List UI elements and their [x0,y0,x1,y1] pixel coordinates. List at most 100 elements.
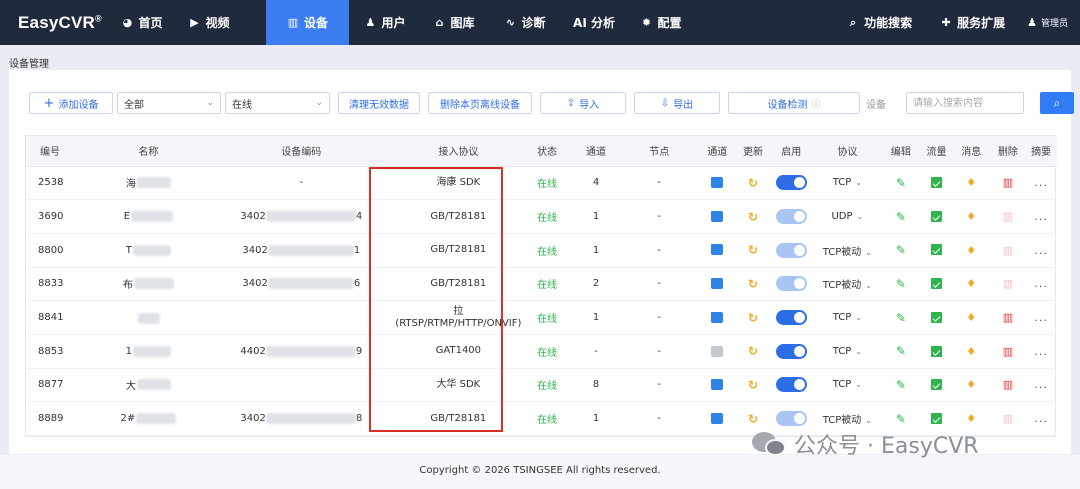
enable-toggle[interactable] [775,276,807,292]
message-button[interactable]: ♦ [951,267,991,302]
refresh-button[interactable]: ↻ [737,300,769,335]
traffic-button[interactable] [921,166,952,201]
enable-toggle-cell[interactable] [768,267,815,302]
column-header[interactable]: 状态 [523,136,571,167]
nav-item-config[interactable]: ✹ 配置 [627,0,695,45]
delete-button[interactable]: ▥ [990,334,1026,369]
edit-button[interactable]: ✎ [880,334,922,369]
stream-protocol-select[interactable]: TCP被动 ⌄ [814,267,881,302]
edit-button[interactable]: ✎ [880,267,922,302]
delete-button[interactable]: ▥ [990,267,1026,302]
search-input[interactable] [906,92,1024,114]
enable-toggle[interactable] [775,411,807,427]
message-button[interactable]: ♦ [951,233,991,268]
type-filter-select[interactable]: 全部 ⌄ [117,92,221,114]
edit-button[interactable]: ✎ [880,233,922,268]
column-header[interactable]: 删除 [990,136,1026,167]
channel-folder-button[interactable] [696,334,738,369]
nav-item-ai[interactable]: AI 分析 [561,0,627,45]
column-header[interactable]: 摘要 [1025,136,1057,167]
edit-button[interactable]: ✎ [880,300,922,335]
summary-button[interactable]: ... [1025,334,1057,369]
enable-toggle-cell[interactable] [768,166,815,201]
edit-button[interactable]: ✎ [880,368,922,403]
delete-offline-button[interactable]: 删除本页离线设备 [428,92,532,114]
brand-logo[interactable]: EasyCVR® [0,13,108,33]
delete-button[interactable]: ▥ [990,233,1026,268]
refresh-button[interactable]: ↻ [737,233,769,268]
nav-item-home[interactable]: ◕ 首页 [108,0,176,45]
channel-folder-button[interactable] [696,368,738,403]
export-button[interactable]: ⇩ 导出 [634,92,720,114]
refresh-button[interactable]: ↻ [737,334,769,369]
message-button[interactable]: ♦ [951,334,991,369]
traffic-button[interactable] [921,300,952,335]
stream-protocol-select[interactable]: UDP ⌄ [814,199,881,234]
enable-toggle-cell[interactable] [768,368,815,403]
enable-toggle[interactable] [775,175,807,191]
refresh-button[interactable]: ↻ [737,368,769,403]
column-header[interactable]: 启用 [768,136,815,167]
channel-folder-button[interactable] [696,267,738,302]
summary-button[interactable]: ... [1025,267,1057,302]
stream-protocol-select[interactable]: TCP ⌄ [814,166,881,201]
summary-button[interactable]: ... [1025,166,1057,201]
clean-invalid-button[interactable]: 清理无效数据 [338,92,420,114]
column-header[interactable]: 编辑 [880,136,922,167]
nav-item-device-active[interactable]: ▥ 设备 [266,0,349,45]
search-button[interactable]: ⌕ [1040,92,1074,114]
edit-button[interactable]: ✎ [880,199,922,234]
traffic-button[interactable] [921,368,952,403]
refresh-button[interactable]: ↻ [737,199,769,234]
enable-toggle-cell[interactable] [768,199,815,234]
delete-button[interactable]: ▥ [990,199,1026,234]
nav-item-user[interactable]: ♟ 用户 [351,0,419,45]
traffic-button[interactable] [921,233,952,268]
user-menu[interactable]: ♟ 管理员 [1019,16,1080,29]
stream-protocol-select[interactable]: TCP被动 ⌄ [814,233,881,268]
add-device-button[interactable]: + 添加设备 [29,92,113,114]
message-button[interactable]: ♦ [951,368,991,403]
refresh-button[interactable]: ↻ [737,166,769,201]
delete-button[interactable]: ▥ [990,166,1026,201]
delete-button[interactable]: ▥ [990,368,1026,403]
message-button[interactable]: ♦ [951,300,991,335]
delete-button[interactable]: ▥ [990,300,1026,335]
feature-search-button[interactable]: ⌕ 功能搜索 [833,0,926,45]
summary-button[interactable]: ... [1025,233,1057,268]
column-header[interactable]: 节点 [621,136,697,167]
refresh-button[interactable]: ↻ [737,267,769,302]
summary-button[interactable]: ... [1025,300,1057,335]
status-filter-select[interactable]: 在线 ⌄ [225,92,330,114]
enable-toggle-cell[interactable] [768,334,815,369]
summary-button[interactable]: ... [1025,401,1057,436]
import-button[interactable]: ⇪ 导入 [540,92,626,114]
service-extension-button[interactable]: ✚ 服务扩展 [926,0,1019,45]
traffic-button[interactable] [921,267,952,302]
enable-toggle-cell[interactable] [768,300,815,335]
enable-toggle[interactable] [775,209,807,225]
nav-item-gallery[interactable]: ⌂ 图库 [419,0,489,45]
edit-button[interactable]: ✎ [880,166,922,201]
traffic-button[interactable] [921,199,952,234]
column-header[interactable]: 流量 [921,136,952,167]
column-header[interactable]: 通道 [570,136,622,167]
enable-toggle[interactable] [775,310,807,326]
channel-folder-button[interactable] [696,166,738,201]
enable-toggle[interactable] [775,343,807,359]
column-header[interactable]: 编号 [26,136,88,167]
column-header[interactable]: 名称 [87,136,210,167]
column-header[interactable]: 协议 [814,136,881,167]
message-button[interactable]: ♦ [951,166,991,201]
stream-protocol-select[interactable]: TCP ⌄ [814,368,881,403]
device-check-button[interactable]: 设备检测 ⓘ [728,92,860,114]
column-header[interactable]: 消息 [951,136,991,167]
nav-item-diagnose[interactable]: ∿ 诊断 [489,0,561,45]
summary-button[interactable]: ... [1025,199,1057,234]
enable-toggle[interactable] [775,242,807,258]
column-header[interactable]: 接入协议 [393,136,524,167]
delete-button[interactable]: ▥ [990,401,1026,436]
channel-folder-button[interactable] [696,199,738,234]
summary-button[interactable]: ... [1025,368,1057,403]
channel-folder-button[interactable] [696,401,738,436]
